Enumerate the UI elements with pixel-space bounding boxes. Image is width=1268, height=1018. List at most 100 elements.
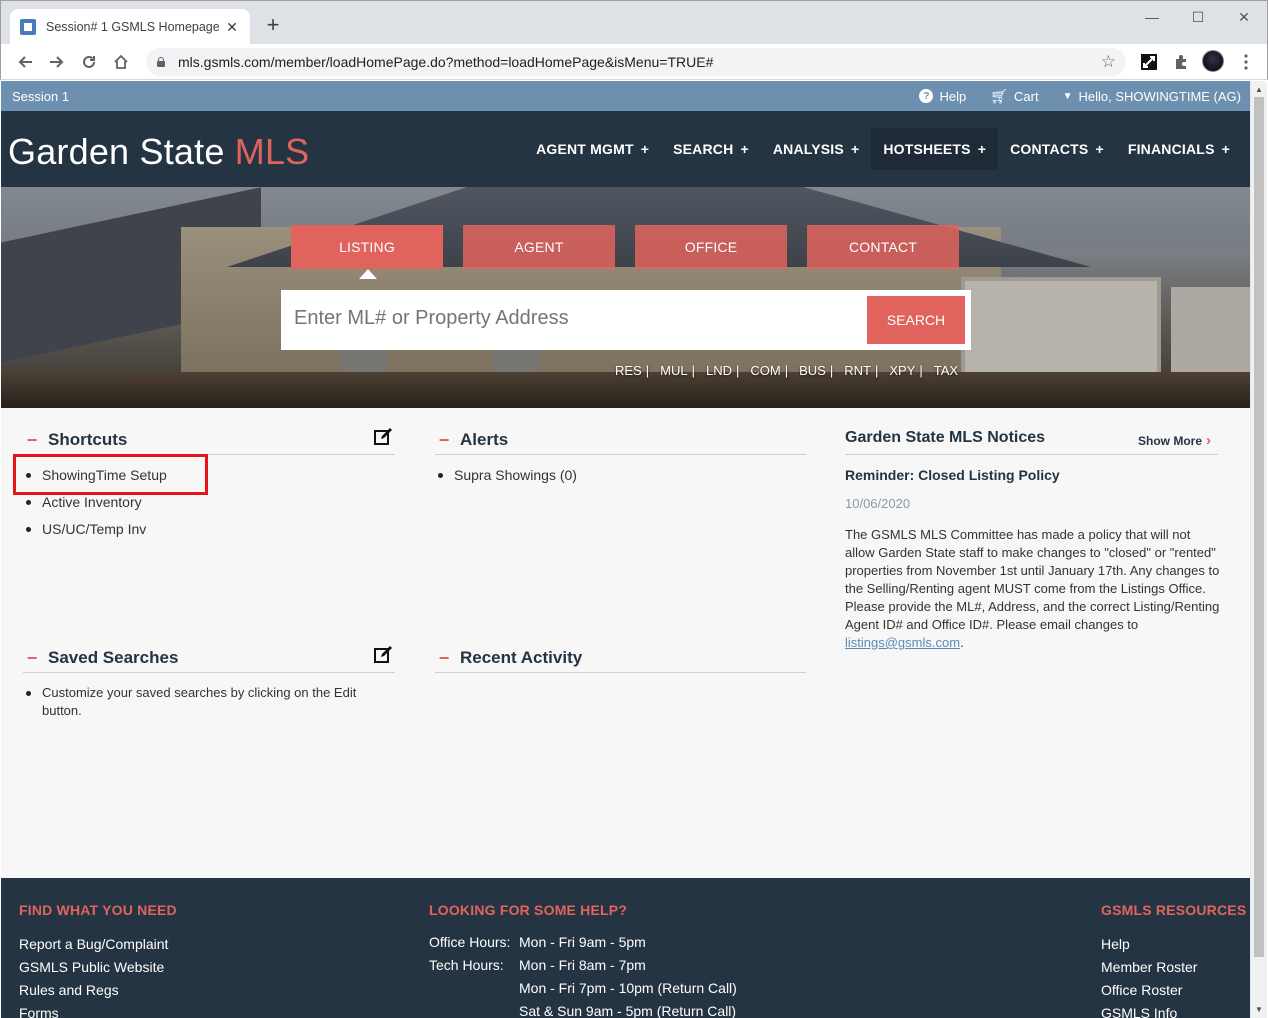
cart-icon: 🛒︎: [990, 87, 1009, 104]
shortcut-us-uc-temp-inv[interactable]: US/UC/Temp Inv: [23, 520, 167, 538]
browser-tab[interactable]: Session# 1 GSMLS Homepage ✕: [10, 9, 250, 45]
show-more-link[interactable]: Show More ›: [1138, 432, 1211, 449]
shortcuts-title: Shortcuts: [48, 430, 128, 449]
search-button[interactable]: SEARCH: [867, 296, 965, 344]
search-type-tabs: LISTING AGENT OFFICE CONTACT: [291, 225, 959, 269]
tech-hours-value: Sat & Sun 9am - 5pm (Return Call): [519, 1003, 737, 1018]
footer-col2-title: LOOKING FOR SOME HELP?: [429, 902, 628, 918]
alerts-list: Supra Showings (0): [435, 466, 577, 493]
footer-link-report-bug[interactable]: Report a Bug/Complaint: [19, 936, 168, 952]
alerts-title: Alerts: [460, 430, 509, 449]
tab-listing[interactable]: LISTING: [291, 225, 443, 269]
tab-close-icon[interactable]: ✕: [224, 19, 240, 36]
footer-link-forms[interactable]: Forms: [19, 1005, 59, 1018]
browser-menu-icon[interactable]: [1236, 52, 1256, 72]
tab-agent[interactable]: AGENT: [463, 225, 615, 269]
nav-hotsheets[interactable]: HOTSHEETS +: [871, 128, 999, 170]
edit-icon[interactable]: [373, 645, 393, 665]
collapse-minus-icon[interactable]: −: [23, 648, 41, 669]
nav-label: FINANCIALS: [1127, 141, 1215, 157]
browser-tabstrip: Session# 1 GSMLS Homepage ✕ + — ☐ ✕: [0, 0, 1268, 45]
site-logo[interactable]: Garden State MLS: [8, 131, 309, 173]
cart-link[interactable]: 🛒︎ Cart: [990, 88, 1038, 105]
nav-financials[interactable]: FINANCIALS +: [1116, 128, 1242, 170]
scrollbar-thumb[interactable]: [1254, 97, 1264, 957]
collapse-minus-icon[interactable]: −: [23, 430, 41, 451]
nav-agent-mgmt[interactable]: AGENT MGMT +: [524, 128, 661, 170]
notice-headline: Reminder: Closed Listing Policy: [845, 467, 1060, 483]
separator: |: [691, 363, 695, 378]
saved-searches-list: Customize your saved searches by clickin…: [23, 684, 383, 729]
shortcut-active-inventory[interactable]: Active Inventory: [23, 493, 167, 511]
footer-link-member-roster[interactable]: Member Roster: [1101, 959, 1197, 975]
nav-label: SEARCH: [673, 141, 734, 157]
scroll-up-arrow-icon[interactable]: ▲: [1255, 85, 1263, 94]
caret-down-icon: ▼: [1062, 90, 1073, 102]
type-link-com[interactable]: COM: [750, 363, 780, 378]
type-link-mul[interactable]: MUL: [660, 363, 687, 378]
nav-contacts[interactable]: CONTACTS +: [998, 128, 1116, 170]
separator: |: [735, 363, 740, 378]
session-bar: Session 1 ? Help 🛒︎ Cart ▼ Hello, SHOWINGTI…: [1, 81, 1250, 111]
scroll-down-arrow-icon[interactable]: ▼: [1255, 1005, 1263, 1014]
collapse-minus-icon[interactable]: −: [435, 648, 453, 669]
footer-link-help[interactable]: Help: [1101, 936, 1130, 952]
type-link-rnt[interactable]: RNT: [844, 363, 871, 378]
footer-link-public-website[interactable]: GSMLS Public Website: [19, 959, 164, 975]
footer-link-gsmls-info[interactable]: GSMLS Info: [1101, 1005, 1177, 1018]
collapse-minus-icon[interactable]: −: [435, 430, 453, 451]
close-window-button[interactable]: ✕: [1221, 1, 1267, 33]
saved-searches-title: Saved Searches: [48, 648, 179, 667]
type-link-lnd[interactable]: LND: [706, 363, 732, 378]
user-menu[interactable]: ▼ Hello, SHOWINGTIME (AG): [1063, 89, 1241, 104]
alert-supra-showings[interactable]: Supra Showings (0): [435, 466, 577, 484]
nav-label: CONTACTS: [1010, 141, 1089, 157]
nav-label: ANALYSIS: [772, 141, 844, 157]
office-hours-value: Mon - Fri 9am - 5pm: [519, 934, 646, 950]
address-bar[interactable]: mls.gsmls.com/member/loadHomePage.do?met…: [146, 48, 1126, 76]
separator: |: [919, 363, 923, 378]
back-arrow-icon[interactable]: [13, 50, 37, 74]
nav-search[interactable]: SEARCH +: [661, 128, 761, 170]
notice-body: The GSMLS MLS Committee has made a polic…: [845, 526, 1223, 652]
notice-email-link[interactable]: listings@gsmls.com: [845, 635, 960, 650]
type-link-bus[interactable]: BUS: [799, 363, 826, 378]
plus-icon: +: [1221, 141, 1230, 157]
new-tab-button[interactable]: +: [261, 13, 285, 37]
separator: |: [829, 363, 834, 378]
profile-avatar[interactable]: [1202, 50, 1224, 72]
search-input[interactable]: [294, 307, 854, 330]
search-box: SEARCH: [281, 290, 971, 350]
url-path: /member/loadHomePage.do?method=loadHomeP…: [270, 54, 714, 70]
footer-link-office-roster[interactable]: Office Roster: [1101, 982, 1182, 998]
type-link-xpy[interactable]: XPY: [889, 363, 915, 378]
bookmark-star-icon[interactable]: ☆: [1101, 52, 1116, 72]
divider: [435, 454, 806, 455]
home-icon[interactable]: [109, 50, 133, 74]
nav-analysis[interactable]: ANALYSIS +: [761, 128, 872, 170]
extension-icon[interactable]: [1139, 52, 1159, 72]
show-more-label: Show More: [1138, 433, 1203, 448]
notice-text: The GSMLS MLS Committee has made a polic…: [845, 527, 1220, 632]
type-link-tax[interactable]: TAX: [934, 363, 958, 378]
recent-activity-title: Recent Activity: [460, 648, 583, 667]
reload-icon[interactable]: [77, 50, 101, 74]
puzzle-extensions-icon[interactable]: [1171, 52, 1191, 72]
plus-icon: +: [740, 141, 749, 157]
footer-link-rules-regs[interactable]: Rules and Regs: [19, 982, 119, 998]
tab-contact[interactable]: CONTACT: [807, 225, 959, 269]
forward-arrow-icon[interactable]: [45, 50, 69, 74]
page-scrollbar[interactable]: ▲ ▼: [1250, 81, 1267, 1018]
saved-searches-hint: Customize your saved searches by clickin…: [23, 684, 383, 720]
alerts-header: − Alerts: [435, 428, 508, 452]
separator: |: [645, 363, 650, 378]
type-link-res[interactable]: RES: [615, 363, 642, 378]
site-footer: FIND WHAT YOU NEED Report a Bug/Complain…: [1, 878, 1250, 1018]
edit-icon[interactable]: [373, 427, 393, 447]
url-host: mls.gsmls.com: [178, 54, 271, 70]
help-icon: ?: [919, 89, 934, 103]
minimize-button[interactable]: —: [1129, 1, 1175, 33]
help-link[interactable]: ? Help: [919, 89, 966, 104]
tab-office[interactable]: OFFICE: [635, 225, 787, 269]
maximize-button[interactable]: ☐: [1175, 1, 1221, 33]
